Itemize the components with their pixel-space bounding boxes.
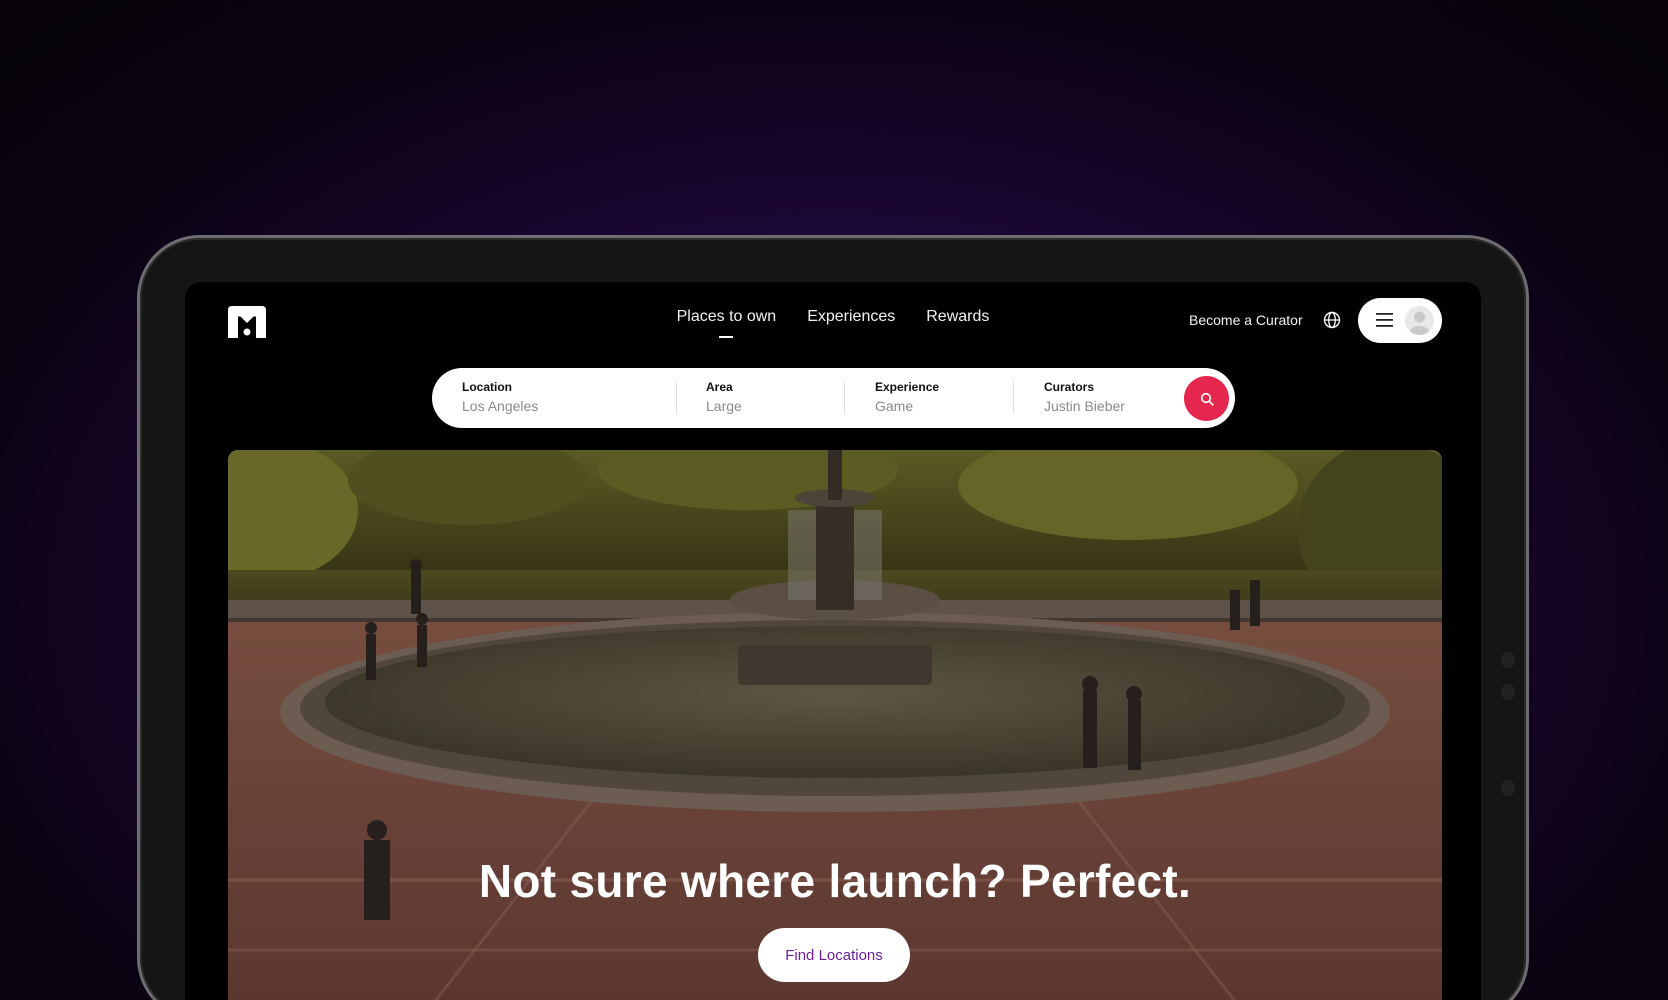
location-field[interactable]: Location Los Angeles [462,380,538,414]
curators-label: Curators [1044,380,1095,394]
device-button [1501,684,1515,700]
nav-experiences[interactable]: Experiences [807,308,895,326]
nav-rewards[interactable]: Rewards [926,308,989,326]
experience-value: Game [875,398,914,414]
device-button [1501,652,1515,668]
device-button [1501,780,1515,796]
hero-headline: Not sure where launch? Perfect. [478,855,1192,907]
experience-field[interactable]: Experience Game [875,380,939,414]
user-menu-button[interactable] [1358,298,1442,343]
area-field[interactable]: Area Large [706,380,742,414]
hero-banner: Not sure where launch? Perfect. Find Loc… [228,450,1442,1000]
location-label: Location [462,380,512,394]
curators-value: Justin Bieber [1044,398,1125,414]
user-avatar-icon [1405,306,1434,335]
app-screen: Places to own Experiences Rewards Become… [185,282,1481,1000]
nav-places-to-own[interactable]: Places to own [677,308,776,338]
area-value: Large [706,398,742,414]
become-curator-link[interactable]: Become a Curator [1189,312,1303,328]
divider [676,382,677,414]
experience-label: Experience [875,380,940,394]
curators-field[interactable]: Curators Justin Bieber [1044,380,1125,414]
globe-icon[interactable] [1323,311,1341,329]
location-value: Los Angeles [462,398,539,414]
divider [844,382,845,414]
fountain-plaza-photo [228,450,1442,1000]
find-locations-button[interactable]: Find Locations [758,928,910,982]
hamburger-icon [1376,313,1393,327]
search-icon [1200,392,1214,406]
search-bar: Location Los Angeles Area Large Experien… [432,368,1235,428]
search-button[interactable] [1184,376,1229,421]
divider [1013,382,1014,414]
area-label: Area [706,380,733,394]
